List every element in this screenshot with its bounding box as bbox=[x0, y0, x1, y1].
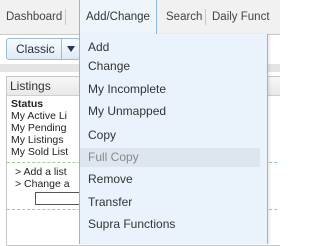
tab-dashboard[interactable]: Dashboard bbox=[6, 0, 67, 34]
add-change-dropdown-menu: Add Change My Incomplete My Unmapped Cop… bbox=[79, 34, 268, 244]
tab-add-change[interactable]: Add/Change bbox=[79, 0, 157, 35]
menu-item-supra-functions[interactable]: Supra Functions bbox=[80, 215, 260, 234]
menu-item-transfer[interactable]: Transfer bbox=[80, 193, 260, 212]
tab-search[interactable]: Search bbox=[166, 0, 207, 34]
menu-item-add[interactable]: Add bbox=[80, 38, 260, 57]
menu-item-my-incomplete[interactable]: My Incomplete bbox=[80, 80, 260, 99]
menu-item-remove[interactable]: Remove bbox=[80, 170, 260, 189]
menu-item-change[interactable]: Change bbox=[80, 57, 260, 76]
menu-item-copy[interactable]: Copy bbox=[80, 126, 260, 145]
main-tab-bar: Dashboard Add/Change Search Daily Funct bbox=[0, 0, 280, 35]
tab-daily-functions[interactable]: Daily Funct bbox=[212, 0, 270, 34]
menu-item-full-copy[interactable]: Full Copy bbox=[80, 148, 260, 167]
menu-item-my-unmapped[interactable]: My Unmapped bbox=[80, 102, 260, 121]
view-mode-label: Classic bbox=[16, 42, 55, 56]
dropdown-arrow-icon[interactable] bbox=[61, 39, 79, 59]
view-mode-select[interactable]: Classic bbox=[6, 38, 80, 60]
